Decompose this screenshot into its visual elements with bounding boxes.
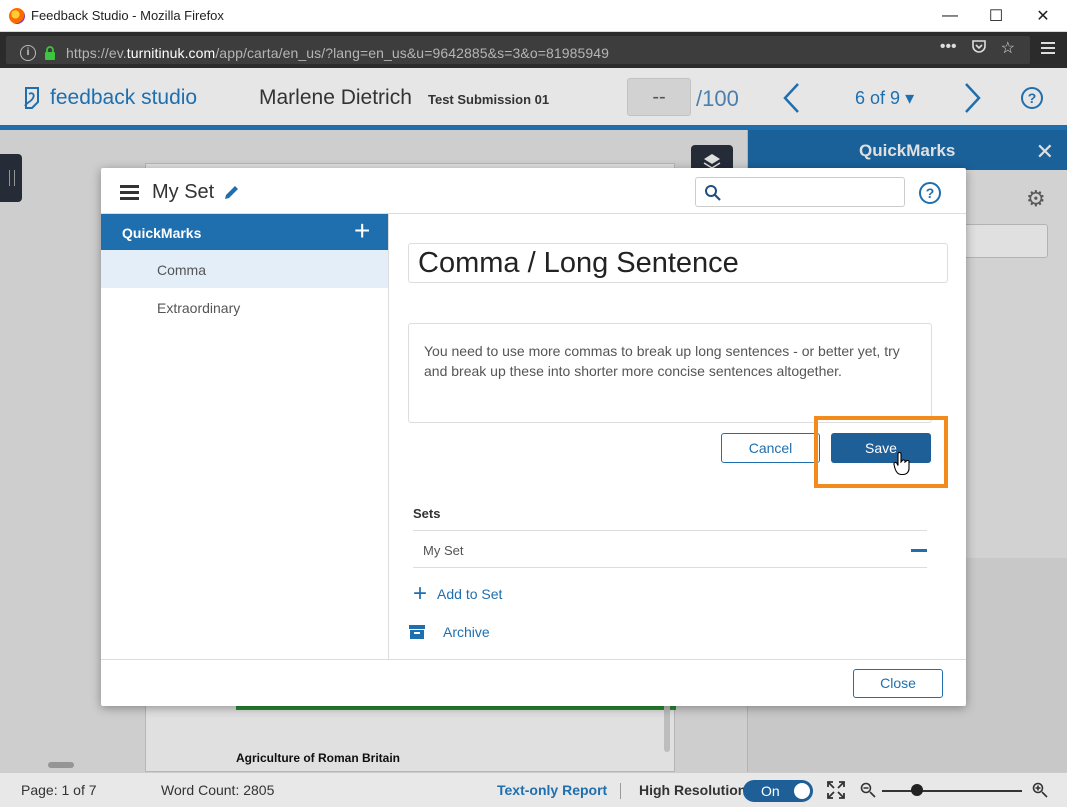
window-titlebar: Feedback Studio - Mozilla Firefox — ☐ ✕ xyxy=(0,0,1067,32)
word-count: Word Count: 2805 xyxy=(161,782,275,798)
info-icon[interactable]: i xyxy=(20,45,36,61)
quickmark-manager-modal: My Set ? QuickMarks + Comma Extraordinar… xyxy=(101,168,966,706)
fullscreen-icon[interactable] xyxy=(826,780,846,800)
score-input[interactable]: -- xyxy=(627,78,691,116)
divider xyxy=(620,783,621,799)
zoom-out-icon[interactable] xyxy=(860,782,876,798)
hamburger-menu-icon[interactable] xyxy=(1041,42,1055,56)
minimize-button[interactable]: — xyxy=(927,0,973,32)
next-paper-icon[interactable] xyxy=(960,82,984,114)
add-quickmark-icon[interactable]: + xyxy=(354,216,370,246)
paper-position-dropdown[interactable]: 6 of 9 ▾ xyxy=(855,88,914,109)
lock-icon xyxy=(45,46,55,60)
toggle-knob xyxy=(794,783,810,799)
archive-box-icon xyxy=(409,625,425,639)
modal-footer: Close xyxy=(101,659,966,706)
brand-logo: feedback studio xyxy=(20,84,197,112)
plus-icon: + xyxy=(413,580,428,607)
brand-name: feedback studio xyxy=(50,86,198,109)
browser-toolbar: i https://ev.turnitinuk.com/app/carta/en… xyxy=(0,32,1067,68)
cancel-button[interactable]: Cancel xyxy=(721,433,820,463)
pencil-edit-icon[interactable] xyxy=(223,183,241,201)
previous-paper-icon[interactable] xyxy=(780,82,804,114)
sets-label: Sets xyxy=(413,506,441,521)
chevron-down-icon: ▾ xyxy=(905,88,915,108)
list-item-comma[interactable]: Comma xyxy=(101,250,388,288)
search-icon xyxy=(705,185,721,201)
modal-header: My Set ? xyxy=(101,168,966,214)
close-button[interactable]: Close xyxy=(853,669,943,698)
maximize-button[interactable]: ☐ xyxy=(973,0,1019,32)
page-indicator: Page: 1 of 7 xyxy=(21,782,97,798)
quickmark-editor: Comma / Long Sentence You need to use mo… xyxy=(390,214,966,660)
bookmark-star-icon[interactable]: ☆ xyxy=(1001,38,1015,58)
quickmark-title-input[interactable]: Comma / Long Sentence xyxy=(408,243,948,283)
pocket-icon[interactable] xyxy=(971,38,987,54)
add-to-set-link[interactable]: + Add to Set xyxy=(413,580,502,607)
archive-link[interactable]: Archive xyxy=(409,624,490,640)
list-item-extraordinary[interactable]: Extraordinary xyxy=(101,288,388,326)
page-actions-icon[interactable]: ••• xyxy=(940,38,957,58)
zoom-slider-handle[interactable] xyxy=(911,784,923,796)
save-highlight-box xyxy=(814,416,948,488)
address-bar[interactable]: i https://ev.turnitinuk.com/app/carta/en… xyxy=(6,36,1030,64)
hand-cursor-icon xyxy=(893,452,910,476)
submission-title: Test Submission 01 xyxy=(428,92,550,107)
quickmarks-category[interactable]: QuickMarks + xyxy=(101,214,388,250)
set-title: My Set xyxy=(152,181,215,203)
quickmark-comment-textarea[interactable]: You need to use more commas to break up … xyxy=(408,323,932,423)
high-resolution-toggle[interactable]: On xyxy=(743,780,813,802)
window-title: Feedback Studio - Mozilla Firefox xyxy=(31,8,224,23)
feedback-studio-logo-icon xyxy=(24,87,39,109)
firefox-logo-icon xyxy=(9,7,25,24)
high-resolution-label: High Resolution xyxy=(639,782,747,798)
text-only-report-link[interactable]: Text-only Report xyxy=(497,782,607,798)
remove-from-set-icon[interactable] xyxy=(911,549,927,552)
score-max: /100 xyxy=(696,86,739,111)
set-row: My Set xyxy=(413,530,927,568)
category-label: QuickMarks xyxy=(122,225,202,241)
app-header: feedback studio Marlene Dietrich Test Su… xyxy=(0,68,1067,130)
quickmark-list: QuickMarks + Comma Extraordinary xyxy=(101,214,389,660)
search-input[interactable] xyxy=(695,177,905,207)
student-name: Marlene Dietrich xyxy=(259,86,412,109)
menu-icon[interactable] xyxy=(120,185,139,200)
modal-help-icon[interactable]: ? xyxy=(919,182,941,204)
close-window-button[interactable]: ✕ xyxy=(1020,0,1066,32)
header-help-icon[interactable]: ? xyxy=(1021,87,1043,109)
url-text: https://ev.turnitinuk.com/app/carta/en_u… xyxy=(66,45,610,61)
zoom-in-icon[interactable] xyxy=(1032,782,1048,798)
zoom-slider-track[interactable] xyxy=(882,790,1022,792)
status-bar: Page: 1 of 7 Word Count: 2805 Text-only … xyxy=(0,772,1067,807)
set-row-label: My Set xyxy=(423,543,464,558)
